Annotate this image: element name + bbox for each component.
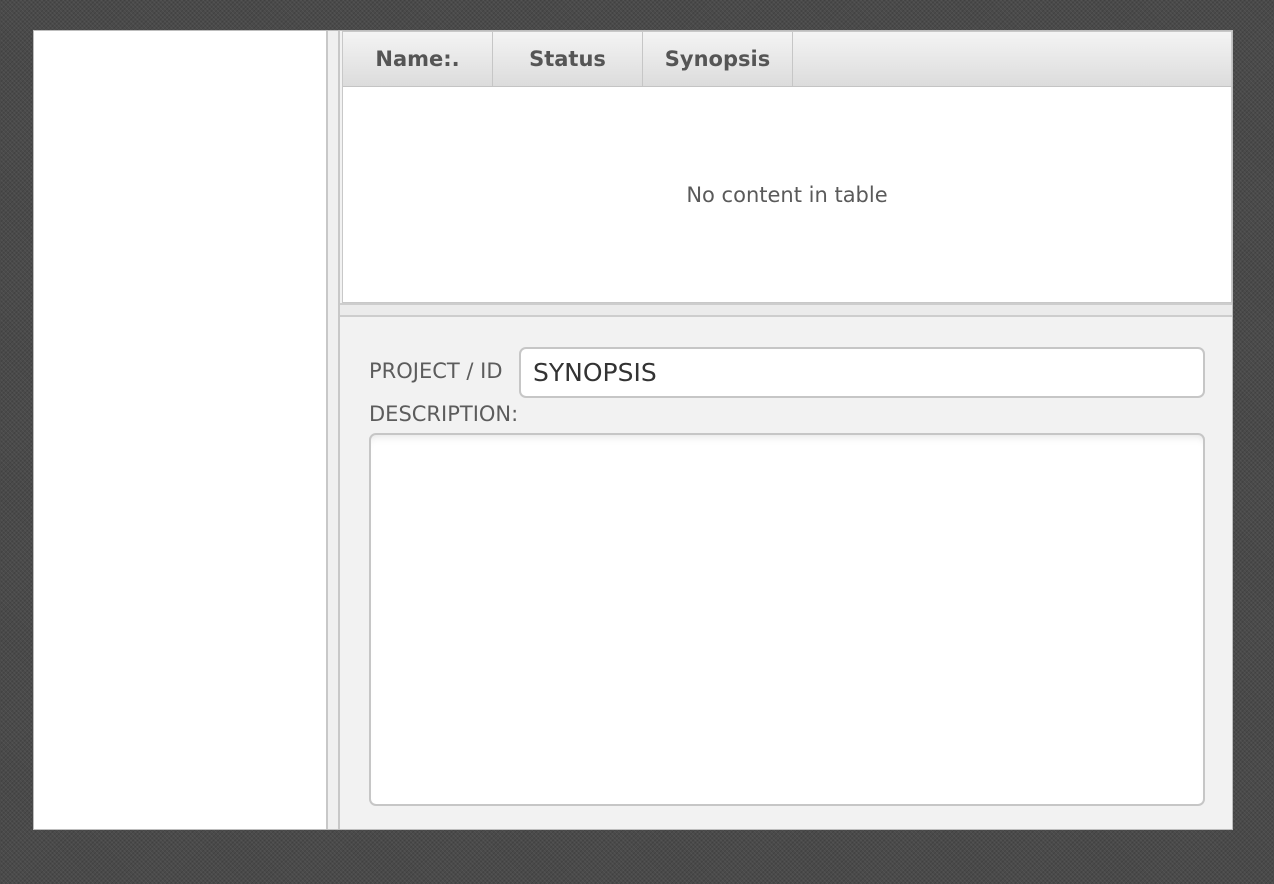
app-window: Name:. Status Synopsis No content in tab… [33,30,1233,830]
horizontal-split-divider[interactable] [340,303,1232,317]
left-pane[interactable] [34,31,326,829]
project-id-input[interactable] [519,347,1205,398]
table-empty-placeholder: No content in table [686,182,888,207]
vertical-split-divider[interactable] [326,31,340,829]
column-header-status[interactable]: Status [493,32,643,86]
column-header-name[interactable]: Name:. [343,32,493,86]
description-textarea[interactable] [369,433,1205,806]
column-header-synopsis[interactable]: Synopsis [643,32,793,86]
project-id-label: PROJECT / ID [369,359,503,383]
table-header: Name:. Status Synopsis [343,32,1231,87]
right-pane: Name:. Status Synopsis No content in tab… [340,31,1232,829]
description-label: DESCRIPTION: [369,402,519,426]
projects-table[interactable]: Name:. Status Synopsis No content in tab… [342,31,1232,303]
